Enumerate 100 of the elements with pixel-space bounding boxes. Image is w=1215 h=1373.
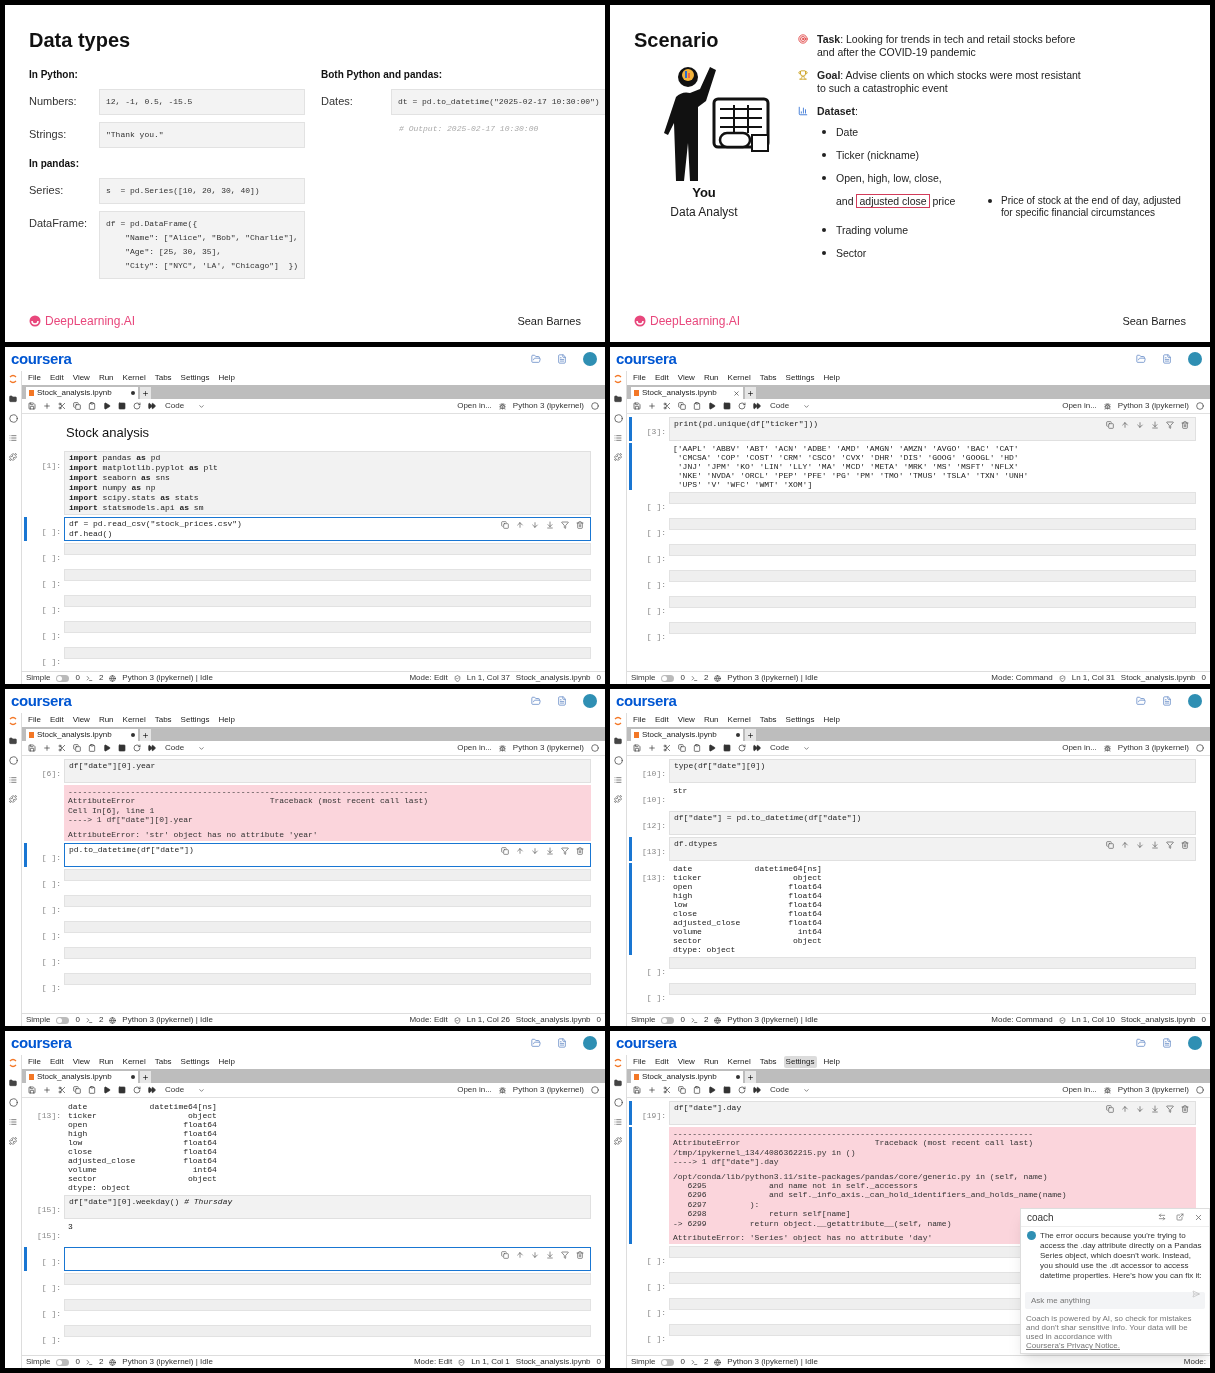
restart-icon[interactable] xyxy=(738,1086,746,1094)
empty-code-cell[interactable] xyxy=(64,869,591,882)
menu-item[interactable]: Edit xyxy=(652,714,671,726)
save-icon[interactable] xyxy=(28,744,36,752)
code-cell[interactable]: print(pd.unique(df["ticker"])) xyxy=(669,417,1196,441)
run-icon[interactable] xyxy=(103,744,111,752)
empty-code-cell[interactable] xyxy=(64,921,591,934)
delete-icon[interactable] xyxy=(576,1251,584,1259)
bug-icon[interactable] xyxy=(498,402,506,410)
list-icon[interactable] xyxy=(614,776,622,784)
running-icon[interactable] xyxy=(8,414,18,423)
close-icon[interactable] xyxy=(1194,1213,1203,1222)
menu-item[interactable]: Settings xyxy=(783,372,817,384)
puzzle-icon[interactable] xyxy=(9,1137,17,1145)
open-in-button[interactable]: Open in... xyxy=(1062,400,1097,412)
run-icon[interactable] xyxy=(708,402,716,410)
code-cell[interactable]: df["date"] = pd.to_datetime(df["date"]) xyxy=(669,811,1196,835)
globe-icon[interactable] xyxy=(109,674,117,682)
cell-type-dropdown[interactable]: Code xyxy=(768,400,813,412)
brand-logo[interactable]: coursera xyxy=(616,347,677,371)
move-up-icon[interactable] xyxy=(516,1251,524,1259)
running-icon[interactable] xyxy=(8,756,18,765)
move-up-icon[interactable] xyxy=(1121,1105,1129,1113)
brand-logo[interactable]: coursera xyxy=(616,1031,677,1055)
new-tab-icon[interactable] xyxy=(142,1073,149,1081)
code-cell[interactable]: import pandas as pd import matplotlib.pyplot as plt import seaborn as sns import numpy as np import scipy.stats as stats import statsmodels.api as sm xyxy=(64,450,591,515)
restart-icon[interactable] xyxy=(133,1086,141,1094)
notebook-tab[interactable]: Stock_analysis.ipynb xyxy=(631,387,743,399)
open-in-button[interactable]: Open in... xyxy=(1062,742,1097,754)
menu-item[interactable]: Run xyxy=(96,372,116,384)
code-cell[interactable]: df = pd.read_csv("stock_prices.csv") df.head() xyxy=(64,516,591,541)
brand-logo[interactable]: coursera xyxy=(11,347,72,371)
menu-item[interactable]: Run xyxy=(701,714,721,726)
duplicate-icon[interactable] xyxy=(1106,841,1114,849)
duplicate-icon[interactable] xyxy=(501,847,509,856)
code-cell[interactable]: df["date"][0].year xyxy=(64,759,591,783)
copy-icon[interactable] xyxy=(678,744,686,752)
duplicate-icon[interactable] xyxy=(1106,421,1114,429)
menu-item[interactable]: File xyxy=(631,1056,648,1068)
run-icon[interactable] xyxy=(708,744,716,752)
empty-code-cell[interactable] xyxy=(669,570,1196,582)
folder-icon[interactable] xyxy=(9,395,17,403)
insert-below-icon[interactable] xyxy=(1151,841,1159,849)
duplicate-icon[interactable] xyxy=(1106,1105,1114,1113)
terminal-icon[interactable] xyxy=(690,674,698,682)
list-icon[interactable] xyxy=(614,1118,622,1126)
delete-icon[interactable] xyxy=(1181,421,1189,429)
move-down-icon[interactable] xyxy=(531,847,539,856)
save-icon[interactable] xyxy=(28,1086,36,1094)
notebook-tab[interactable]: Stock_analysis.ipynb xyxy=(631,729,743,741)
jupyter-logo-icon[interactable] xyxy=(9,374,17,384)
add-icon[interactable] xyxy=(648,1086,656,1094)
terminal-icon[interactable] xyxy=(690,1016,698,1024)
copy-icon[interactable] xyxy=(678,402,686,410)
insert-below-icon[interactable] xyxy=(1151,421,1159,429)
new-tab-icon[interactable] xyxy=(747,731,754,739)
new-tab-icon[interactable] xyxy=(142,389,149,397)
restart-icon[interactable] xyxy=(738,744,746,752)
menu-item[interactable]: Edit xyxy=(652,1056,671,1068)
code-cell[interactable]: pd.to_datetime(df["date"]) xyxy=(64,843,591,868)
kernel-button[interactable]: Python 3 (ipykernel) xyxy=(512,742,584,754)
simple-mode-toggle[interactable] xyxy=(56,1358,70,1366)
move-down-icon[interactable] xyxy=(531,1251,539,1259)
menu-item[interactable]: Tabs xyxy=(757,714,779,726)
simple-mode-toggle[interactable] xyxy=(661,1016,675,1024)
avatar-icon[interactable] xyxy=(1188,694,1202,708)
empty-code-cell[interactable] xyxy=(64,646,591,659)
menu-item[interactable]: View xyxy=(675,1056,697,1068)
list-icon[interactable] xyxy=(9,434,17,442)
move-up-icon[interactable] xyxy=(1121,841,1129,849)
menu-item[interactable]: Edit xyxy=(652,372,671,384)
empty-code-cell[interactable] xyxy=(64,1299,591,1311)
save-icon[interactable] xyxy=(633,402,641,410)
pop-out-icon[interactable] xyxy=(1176,1213,1184,1221)
menu-item[interactable]: Help xyxy=(216,372,237,384)
menu-item[interactable]: File xyxy=(631,714,648,726)
paste-icon[interactable] xyxy=(693,402,701,410)
new-tab-icon[interactable] xyxy=(747,389,754,397)
kernel-button[interactable]: Python 3 (ipykernel) xyxy=(1117,742,1189,754)
menu-item[interactable]: Run xyxy=(96,714,116,726)
copy-icon[interactable] xyxy=(73,744,81,752)
empty-code-cell[interactable] xyxy=(669,518,1196,530)
notebook-tab[interactable]: Stock_analysis.ipynb xyxy=(26,729,138,741)
terminal-icon[interactable] xyxy=(85,1016,93,1024)
puzzle-icon[interactable] xyxy=(614,453,622,461)
run-all-icon[interactable] xyxy=(753,402,761,410)
menu-item[interactable]: Tabs xyxy=(152,1056,174,1068)
empty-code-cell[interactable] xyxy=(669,957,1196,969)
code-cell[interactable]: type(df["date"][0]) xyxy=(669,759,1196,783)
delete-icon[interactable] xyxy=(1181,841,1189,849)
cut-icon[interactable] xyxy=(58,744,66,752)
simple-mode-toggle[interactable] xyxy=(56,674,70,682)
globe-icon[interactable] xyxy=(109,1358,117,1366)
copy-icon[interactable] xyxy=(678,1086,686,1094)
menu-item[interactable]: Edit xyxy=(47,1056,66,1068)
move-down-icon[interactable] xyxy=(531,520,539,529)
running-icon[interactable] xyxy=(613,756,623,765)
menu-item[interactable]: Settings xyxy=(178,714,212,726)
swap-icon[interactable] xyxy=(1158,1213,1166,1221)
menu-item[interactable]: Help xyxy=(821,1056,842,1068)
